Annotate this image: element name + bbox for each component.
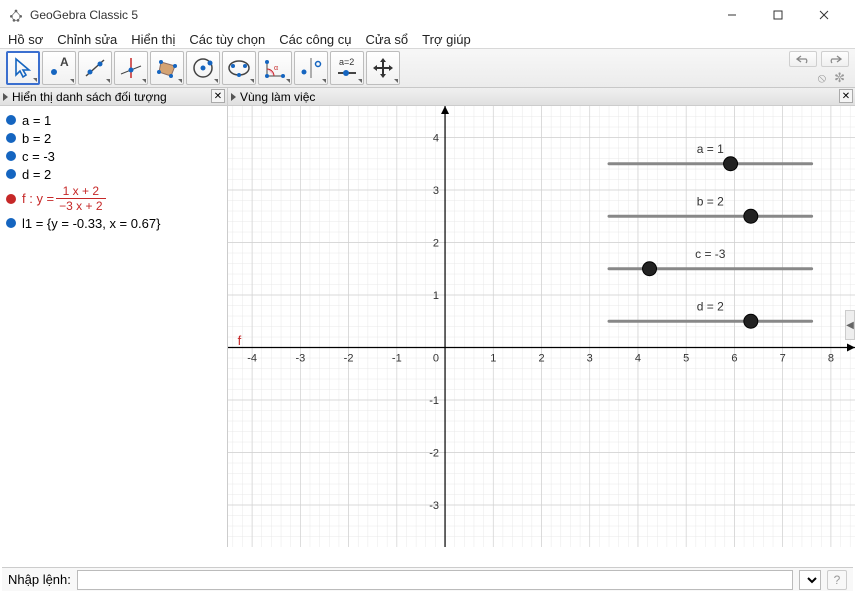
svg-text:2: 2 xyxy=(538,353,544,365)
svg-text:1: 1 xyxy=(433,290,439,302)
redo-button[interactable] xyxy=(821,51,849,67)
menu-window[interactable]: Cửa sổ xyxy=(366,32,409,47)
tool-move[interactable] xyxy=(6,51,40,85)
algebra-panel-header: Hiển thị danh sách đối tượng ✕ xyxy=(0,88,227,106)
menu-bar: Hồ sơ Chỉnh sửa Hiển thị Các tùy chọn Cá… xyxy=(0,30,855,48)
menu-view[interactable]: Hiển thị xyxy=(131,32,175,47)
graphics-panel-header: Vùng làm việc ✕ xyxy=(228,88,855,106)
minimize-button[interactable] xyxy=(709,0,755,30)
svg-text:8: 8 xyxy=(828,353,834,365)
close-button[interactable] xyxy=(801,0,847,30)
svg-text:0: 0 xyxy=(433,353,439,365)
collapse-icon[interactable] xyxy=(231,93,236,101)
svg-text:d = 2: d = 2 xyxy=(697,299,724,313)
tool-perpendicular[interactable] xyxy=(114,51,148,85)
algebra-item-a[interactable]: a = 1 xyxy=(6,112,221,128)
svg-text:-2: -2 xyxy=(344,353,354,365)
svg-text:c = -3: c = -3 xyxy=(695,247,726,261)
svg-text:-1: -1 xyxy=(429,395,439,407)
input-bar: Nhập lệnh: ? xyxy=(2,567,853,591)
tool-polygon[interactable] xyxy=(150,51,184,85)
svg-text:a = 1: a = 1 xyxy=(697,142,724,156)
collapse-icon[interactable] xyxy=(3,93,8,101)
tool-reflect[interactable] xyxy=(294,51,328,85)
svg-text:5: 5 xyxy=(683,353,689,365)
svg-text:-3: -3 xyxy=(429,500,439,512)
graphics-panel: Vùng làm việc ✕ -4 -3 -2 -1 1 2 3 4 5 6 7 8 -3 -2 -1 1 2… xyxy=(228,88,855,547)
tool-slider[interactable]: a=2 xyxy=(330,51,364,85)
graphics-view[interactable]: -4 -3 -2 -1 1 2 3 4 5 6 7 8 -3 -2 -1 1 2 3 4 0 f a = 1 b = 2 c … xyxy=(228,106,855,547)
help-icon[interactable]: ⦸ xyxy=(818,70,826,86)
svg-text:1: 1 xyxy=(490,353,496,365)
maximize-button[interactable] xyxy=(755,0,801,30)
tool-point[interactable]: A xyxy=(42,51,76,85)
algebra-item-b[interactable]: b = 2 xyxy=(6,130,221,146)
algebra-panel-title: Hiển thị danh sách đối tượng xyxy=(12,90,167,104)
algebra-item-l1[interactable]: l1 = {y = -0.33, x = 0.67} xyxy=(6,215,221,231)
svg-text:b = 2: b = 2 xyxy=(697,194,724,208)
input-label: Nhập lệnh: xyxy=(8,572,71,587)
tool-ellipse[interactable] xyxy=(222,51,256,85)
svg-text:-4: -4 xyxy=(247,353,257,365)
svg-text:a=2: a=2 xyxy=(339,57,354,67)
algebra-item-d[interactable]: d = 2 xyxy=(6,166,221,182)
title-bar: GeoGebra Classic 5 xyxy=(0,0,855,30)
svg-text:4: 4 xyxy=(433,133,439,145)
menu-help[interactable]: Trợ giúp xyxy=(422,32,471,47)
graphics-panel-title: Vùng làm việc xyxy=(240,90,315,104)
tool-circle[interactable] xyxy=(186,51,220,85)
command-input[interactable] xyxy=(77,570,793,590)
algebra-panel: Hiển thị danh sách đối tượng ✕ a = 1 b =… xyxy=(0,88,228,547)
tool-line[interactable] xyxy=(78,51,112,85)
algebra-close-button[interactable]: ✕ xyxy=(211,89,225,103)
svg-text:-2: -2 xyxy=(429,448,439,460)
undo-button[interactable] xyxy=(789,51,817,67)
tool-angle[interactable]: α xyxy=(258,51,292,85)
graphics-close-button[interactable]: ✕ xyxy=(839,89,853,103)
algebra-item-c[interactable]: c = -3 xyxy=(6,148,221,164)
svg-text:3: 3 xyxy=(433,185,439,197)
window-title: GeoGebra Classic 5 xyxy=(30,8,138,22)
algebra-item-f[interactable]: f : y = 1 x + 2−3 x + 2 xyxy=(6,184,221,213)
svg-text:A: A xyxy=(60,55,69,69)
menu-file[interactable]: Hồ sơ xyxy=(8,32,43,47)
command-history-dropdown[interactable] xyxy=(799,570,821,590)
toolbar: A α a=2 ⦸ ✼ xyxy=(0,48,855,88)
settings-icon[interactable]: ✼ xyxy=(834,70,845,86)
menu-edit[interactable]: Chỉnh sửa xyxy=(57,32,117,47)
svg-text:-1: -1 xyxy=(392,353,402,365)
side-expand-tab[interactable]: ◀ xyxy=(845,310,855,340)
menu-options[interactable]: Các tùy chọn xyxy=(189,32,265,47)
svg-text:3: 3 xyxy=(587,353,593,365)
svg-text:α: α xyxy=(274,65,278,72)
svg-text:4: 4 xyxy=(635,353,641,365)
input-help-button[interactable]: ? xyxy=(827,570,847,590)
svg-text:2: 2 xyxy=(433,238,439,250)
svg-text:f: f xyxy=(238,333,242,348)
svg-text:7: 7 xyxy=(780,353,786,365)
svg-text:6: 6 xyxy=(731,353,737,365)
svg-text:-3: -3 xyxy=(295,353,305,365)
tool-move-view[interactable] xyxy=(366,51,400,85)
app-logo-icon xyxy=(8,7,24,23)
menu-tools[interactable]: Các công cụ xyxy=(279,32,351,47)
